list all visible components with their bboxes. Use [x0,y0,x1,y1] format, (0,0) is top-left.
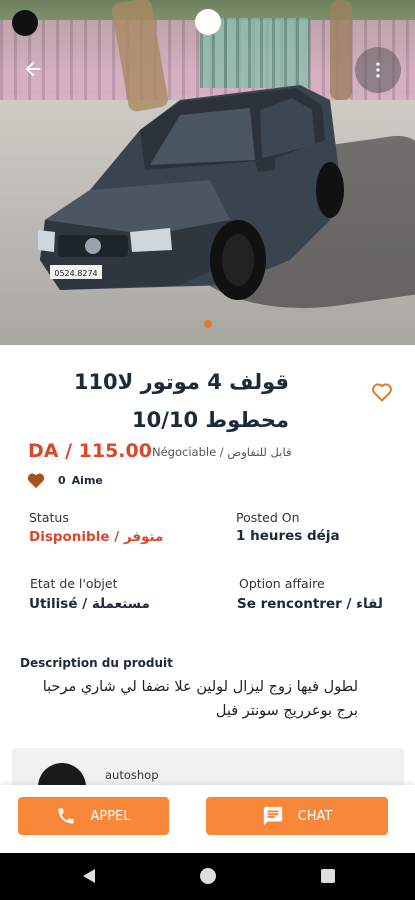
heart-filled-icon [27,473,45,489]
system-nav-bar [0,853,415,900]
nav-home-icon[interactable] [200,868,216,884]
call-label: APPEL [90,808,131,824]
chat-button[interactable]: CHAT [206,797,388,835]
option-value: Se rencontrer / لقاء [237,596,383,612]
likes[interactable]: 0 Aime [26,471,103,489]
call-button[interactable]: APPEL [18,797,169,835]
chat-bubble-icon [263,806,282,826]
carousel-indicator[interactable] [204,320,212,328]
condition-value: Utilisé / مستعملة [29,596,150,612]
more-options-button[interactable] [355,47,401,93]
price: DA / 115.00 [28,440,152,462]
likes-label: Aime [71,473,103,487]
listing-details: قولف 4 موتور لا110 محطوط 10/10 DA / 115.… [0,345,415,811]
posted-label: Posted On [236,510,300,525]
description-text: لطول فيها زوج ليزال لولين علا نضفا لي شا… [42,679,358,719]
heart-outline-icon [372,383,392,402]
product-photo[interactable]: 0524.8274 [0,0,415,345]
option-label: Option affaire [239,576,325,591]
favorite-button[interactable] [370,380,396,406]
car-image: 0524.8274 [38,85,344,300]
likes-count: 0 [58,473,66,487]
status-indicator-dark [12,10,38,36]
back-button[interactable] [16,52,50,86]
status-label: Status [29,510,69,525]
chat-label: CHAT [297,808,333,824]
car-plate-text: 0524.8274 [54,269,97,278]
seller-name[interactable]: autoshop [105,768,159,782]
negotiable-label: Négociable / قابل للتفاوض [152,445,292,459]
nav-recents-icon[interactable] [321,869,335,883]
arrow-left-icon [25,61,41,77]
more-vert-icon [376,62,380,78]
posted-value: 1 heures déja [236,528,340,544]
status-value: Disponible / متوفر [29,529,164,545]
phone-icon [58,808,74,824]
nav-back-icon[interactable] [82,868,96,884]
status-indicator-light [195,9,221,35]
action-bar: APPEL CHAT [0,785,415,853]
listing-title: قولف 4 موتور لا110 محطوط 10/10 [73,370,289,432]
condition-label: Etat de l'objet [30,576,118,591]
description-label: Description du produit [20,656,173,670]
screen: 0524.8274 قولف 4 موتور لا110 محطوط 10/10 [0,0,415,900]
